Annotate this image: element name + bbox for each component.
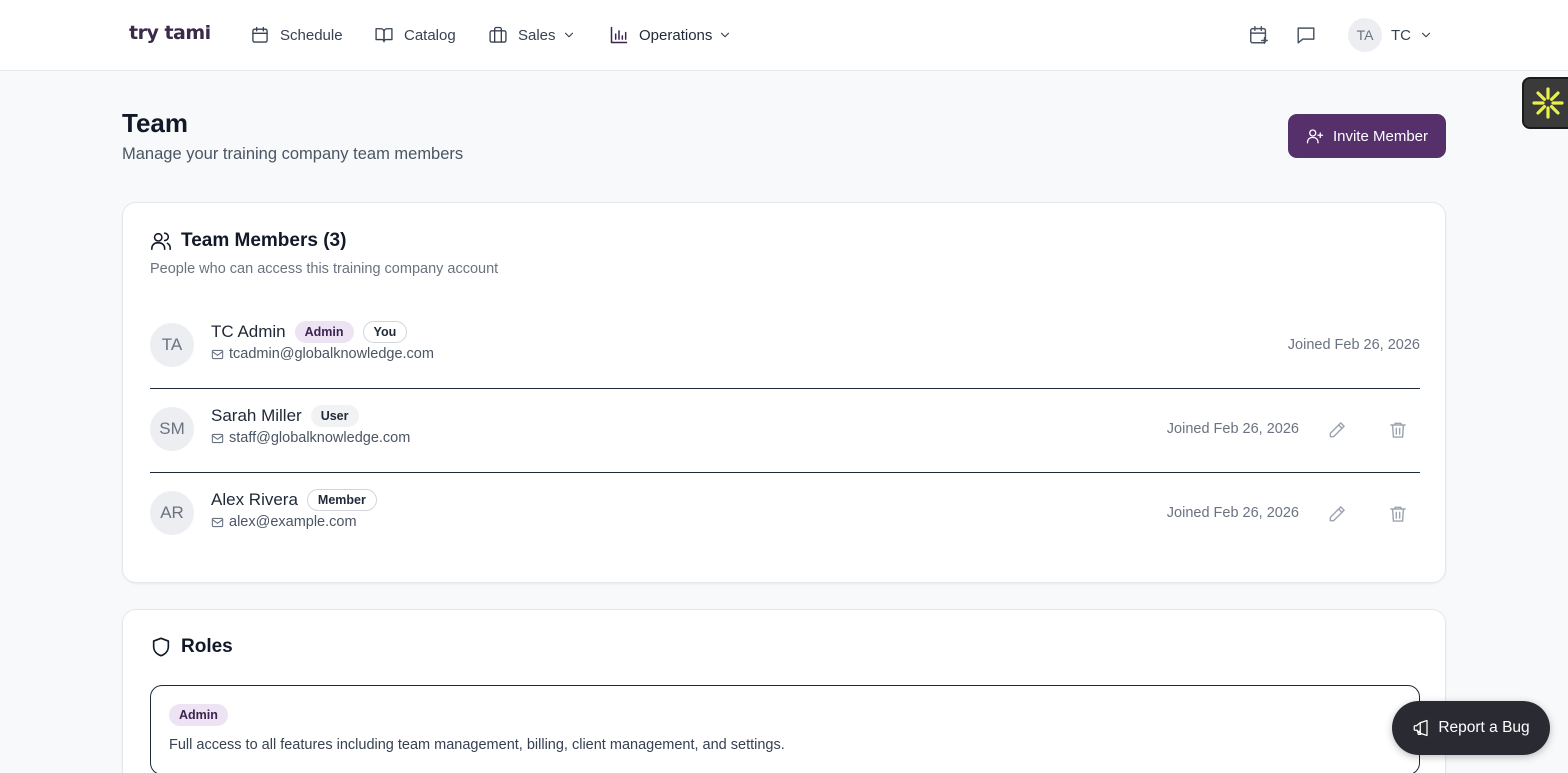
nav-sales[interactable]: Sales (488, 22, 576, 48)
member-email-line: tcadmin@globalknowledge.com (211, 346, 434, 362)
logo-text: try tami (129, 22, 211, 44)
nav-schedule-label: Schedule (280, 26, 343, 44)
bar-chart-icon (610, 26, 628, 44)
report-bug-label: Report a Bug (1438, 719, 1530, 736)
member-row: TA TC Admin Admin You tcadmin@globalknow… (150, 305, 1420, 389)
mail-icon (211, 349, 224, 359)
chevron-down-icon (1421, 32, 1431, 38)
invite-member-label: Invite Member (1332, 127, 1429, 145)
trash-icon[interactable] (1388, 504, 1408, 524)
message-icon[interactable] (1295, 24, 1317, 46)
calendar-plus-icon[interactable] (1248, 24, 1270, 46)
member-row: AR Alex Rivera Member alex@example.com J… (150, 473, 1420, 557)
team-members-heading: Team Members (3) (150, 230, 346, 252)
joined-date: Joined Feb 26, 2026 (1287, 337, 1420, 353)
member-name-line: TC Admin Admin You (211, 321, 416, 343)
asterisk-burst-icon (1532, 87, 1564, 119)
roles-title: Roles (181, 636, 233, 657)
role-badge: User (310, 405, 359, 427)
page-title: Team (122, 108, 188, 138)
you-badge: You (362, 321, 408, 343)
nav-operations[interactable]: Operations (609, 22, 732, 48)
team-members-title: Team Members (3) (181, 230, 347, 251)
users-icon (151, 232, 171, 251)
team-members-card: Team Members (3) People who can access t… (122, 202, 1446, 583)
nav-operations-label: Operations (639, 26, 713, 44)
member-name: Alex Rivera (211, 490, 298, 509)
shield-icon (152, 637, 170, 657)
member-email-line: staff@globalknowledge.com (211, 430, 410, 446)
member-name: TC Admin (211, 322, 286, 341)
brand-logo[interactable]: try tami (129, 22, 211, 44)
nav-catalog-label: Catalog (404, 26, 456, 44)
page-subtitle: Manage your training company team member… (122, 145, 464, 163)
user-menu-label: TC (1391, 26, 1411, 44)
role-badge: Member (306, 489, 377, 511)
member-email: alex@example.com (229, 514, 357, 530)
invite-member-button[interactable]: Invite Member (1288, 114, 1446, 158)
trash-icon[interactable] (1388, 420, 1408, 440)
mail-icon (211, 517, 224, 527)
member-email: staff@globalknowledge.com (229, 430, 411, 446)
chevron-down-icon (564, 32, 573, 38)
role-badge: Admin (169, 704, 228, 726)
member-email: tcadmin@globalknowledge.com (229, 346, 434, 362)
briefcase-icon (489, 26, 507, 43)
nav-sales-label: Sales (518, 26, 556, 44)
edit-pencil-icon[interactable] (1327, 420, 1347, 440)
member-email-line: alex@example.com (211, 514, 357, 530)
avatar: AR (150, 491, 194, 535)
user-menu[interactable]: TC (1391, 24, 1433, 46)
nav-schedule[interactable]: Schedule (250, 22, 343, 48)
edit-pencil-icon[interactable] (1327, 504, 1347, 524)
team-members-description: People who can access this training comp… (150, 261, 499, 277)
avatar: TA (150, 323, 194, 367)
joined-date: Joined Feb 26, 2026 (1166, 421, 1299, 437)
report-bug-button[interactable]: Report a Bug (1392, 701, 1550, 755)
mail-icon (211, 433, 224, 443)
avatar: SM (150, 407, 194, 451)
roles-heading: Roles (150, 636, 233, 658)
role-badge: Admin (294, 321, 354, 343)
user-avatar[interactable]: TA (1348, 18, 1382, 52)
member-name-line: Sarah Miller User (211, 405, 368, 427)
member-row: SM Sarah Miller User staff@globalknowled… (150, 389, 1420, 473)
roles-card: Roles Admin Full access to all features … (122, 609, 1446, 773)
chevron-down-icon (721, 32, 730, 38)
user-plus-icon (1306, 129, 1324, 144)
top-nav: try tami Schedule Catalog Sales Operatio… (0, 0, 1568, 71)
member-name-line: Alex Rivera Member (211, 489, 386, 511)
nav-catalog[interactable]: Catalog (374, 22, 456, 48)
calendar-icon (252, 26, 268, 43)
role-item-admin[interactable]: Admin Full access to all features includ… (150, 685, 1420, 773)
side-widget[interactable] (1522, 77, 1568, 129)
book-icon (375, 28, 393, 43)
megaphone-icon (1413, 719, 1428, 737)
role-description: Full access to all features including te… (169, 737, 785, 753)
joined-date: Joined Feb 26, 2026 (1166, 505, 1299, 521)
member-name: Sarah Miller (211, 406, 302, 425)
